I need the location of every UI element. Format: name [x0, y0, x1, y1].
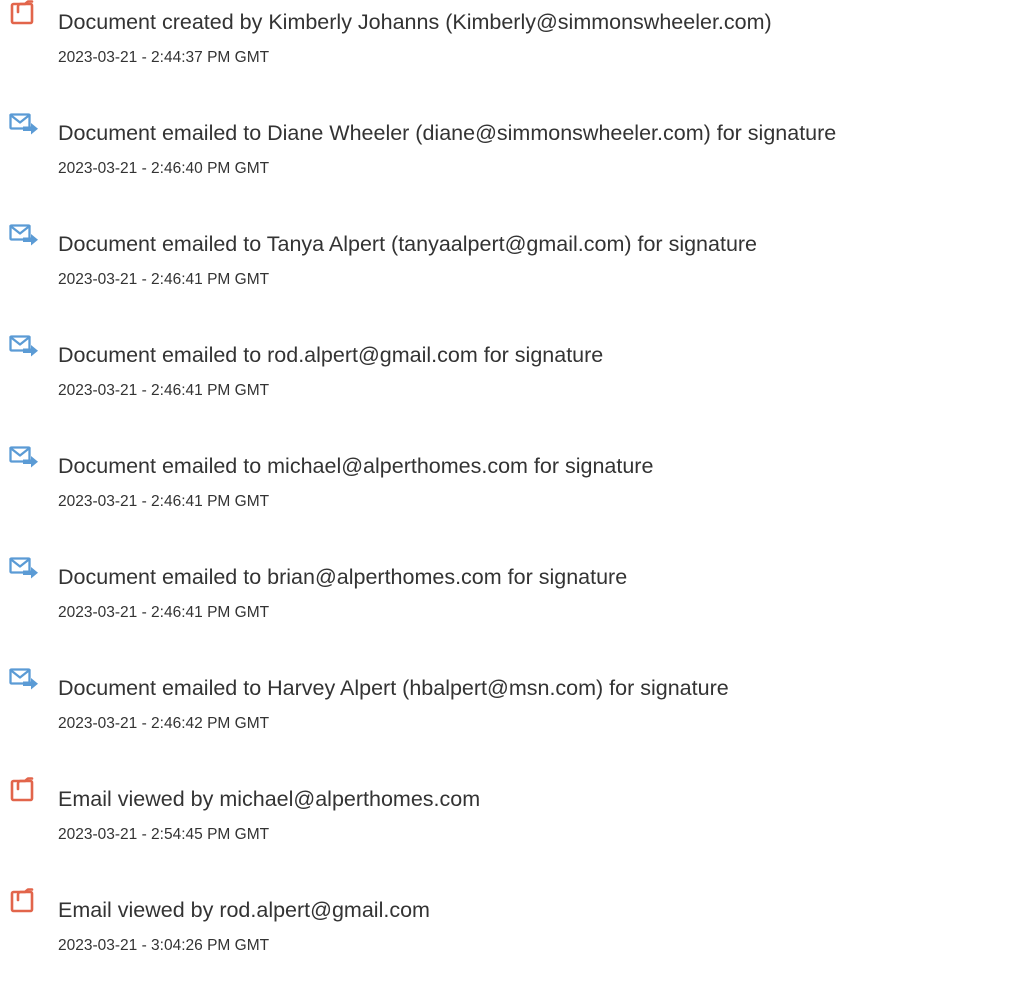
- event-timestamp: 2023-03-21 - 2:44:37 PM GMT: [58, 49, 270, 66]
- document-created-icon: [9, 0, 39, 26]
- audit-event: Document emailed to michael@alperthomes.…: [0, 444, 1023, 555]
- event-timestamp: 2023-03-21 - 2:46:41 PM GMT: [58, 493, 270, 510]
- email-sent-icon: [9, 444, 39, 470]
- event-timestamp: 2023-03-21 - 2:46:41 PM GMT: [58, 604, 270, 621]
- email-viewed-icon: [9, 888, 39, 914]
- event-timestamp: 2023-03-21 - 2:46:41 PM GMT: [58, 382, 270, 399]
- event-timestamp: 2023-03-21 - 3:04:26 PM GMT: [58, 937, 270, 954]
- audit-event: Document emailed to Tanya Alpert (tanyaa…: [0, 222, 1023, 333]
- event-message: Document emailed to Tanya Alpert (tanyaa…: [58, 232, 758, 256]
- event-message: Document emailed to Diane Wheeler (diane…: [58, 121, 837, 145]
- event-timestamp: 2023-03-21 - 2:46:40 PM GMT: [58, 160, 270, 177]
- event-message: Document emailed to rod.alpert@gmail.com…: [58, 343, 604, 367]
- email-sent-icon: [9, 555, 39, 581]
- event-timestamp: 2023-03-21 - 2:46:42 PM GMT: [58, 715, 270, 732]
- audit-event: Email viewed by michael@alperthomes.com …: [0, 777, 1023, 888]
- email-sent-icon: [9, 666, 39, 692]
- event-message: Document created by Kimberly Johanns (Ki…: [58, 10, 772, 34]
- event-message: Document emailed to Harvey Alpert (hbalp…: [58, 676, 729, 700]
- audit-event: Document emailed to rod.alpert@gmail.com…: [0, 333, 1023, 444]
- audit-log: Document created by Kimberly Johanns (Ki…: [0, 0, 1023, 999]
- event-timestamp: 2023-03-21 - 2:54:45 PM GMT: [58, 826, 270, 843]
- email-sent-icon: [9, 222, 39, 248]
- event-timestamp: 2023-03-21 - 2:46:41 PM GMT: [58, 271, 270, 288]
- event-message: Email viewed by michael@alperthomes.com: [58, 787, 481, 811]
- event-message: Email viewed by rod.alpert@gmail.com: [58, 898, 430, 922]
- audit-event: Document emailed to Diane Wheeler (diane…: [0, 111, 1023, 222]
- audit-event: Document emailed to Harvey Alpert (hbalp…: [0, 666, 1023, 777]
- event-message: Document emailed to michael@alperthomes.…: [58, 454, 654, 478]
- audit-event: Document emailed to brian@alperthomes.co…: [0, 555, 1023, 666]
- audit-event: Email viewed by rod.alpert@gmail.com 202…: [0, 888, 1023, 999]
- email-viewed-icon: [9, 777, 39, 803]
- email-sent-icon: [9, 111, 39, 137]
- event-message: Document emailed to brian@alperthomes.co…: [58, 565, 628, 589]
- email-sent-icon: [9, 333, 39, 359]
- audit-event: Document created by Kimberly Johanns (Ki…: [0, 0, 1023, 111]
